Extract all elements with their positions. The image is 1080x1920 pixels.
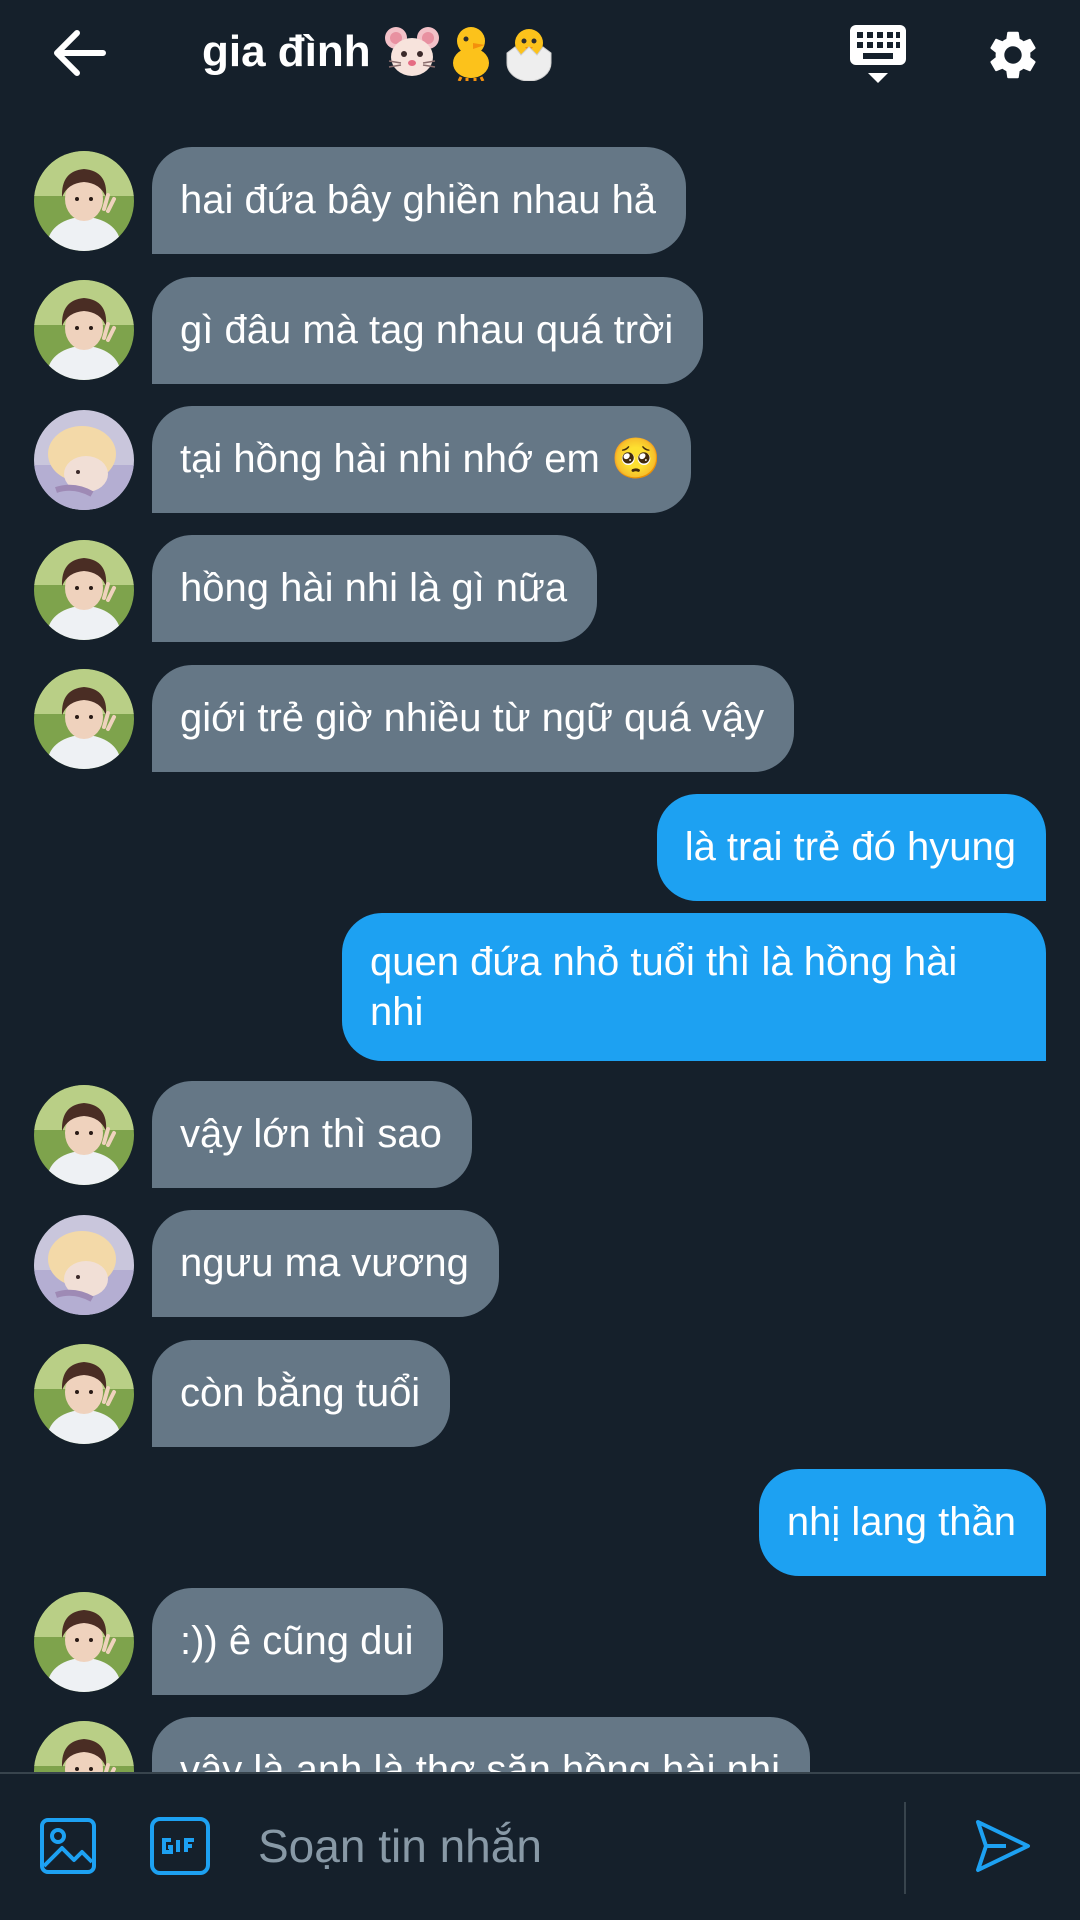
avatar-b-photo xyxy=(34,1215,134,1315)
outgoing-message-bubble[interactable]: là trai trẻ đó hyung xyxy=(656,794,1046,901)
message-list[interactable]: hai đứa bây ghiền nhau hả gì đâu mà tag … xyxy=(0,110,1080,1772)
message-input[interactable] xyxy=(256,1808,890,1884)
incoming-message-bubble[interactable]: hồng hài nhi là gì nữa xyxy=(152,535,598,642)
mouse-face-icon xyxy=(384,27,439,76)
keyboard-icon xyxy=(850,25,906,83)
avatar-a-photo xyxy=(34,280,134,380)
avatar[interactable] xyxy=(34,280,134,380)
composer-divider xyxy=(904,1802,906,1894)
avatar[interactable] xyxy=(34,669,134,769)
avatar-a-photo xyxy=(34,1344,134,1444)
avatar-a-photo xyxy=(34,151,134,251)
avatar-a-photo xyxy=(34,1592,134,1692)
hatching-chick-icon xyxy=(506,29,552,81)
conversation-title-text: gia đình xyxy=(202,27,371,76)
incoming-message-bubble[interactable]: hai đứa bây ghiền nhau hả xyxy=(152,147,687,254)
conversation-title[interactable]: gia đình xyxy=(202,20,557,84)
message-composer xyxy=(0,1772,1080,1920)
gear-icon xyxy=(990,31,1036,79)
incoming-message-bubble[interactable]: vậy là anh là thợ săn hồng hài nhi xyxy=(152,1717,810,1772)
avatar[interactable] xyxy=(34,1721,134,1772)
avatar[interactable] xyxy=(34,1592,134,1692)
add-image-button[interactable] xyxy=(36,1814,100,1878)
avatar[interactable] xyxy=(34,410,134,510)
back-arrow-icon xyxy=(54,30,106,76)
avatar-a-photo xyxy=(34,1721,134,1772)
back-button[interactable] xyxy=(44,22,114,84)
keyboard-button[interactable] xyxy=(846,22,910,88)
title-emojis xyxy=(383,23,557,81)
settings-button[interactable] xyxy=(982,24,1044,86)
avatar[interactable] xyxy=(34,1085,134,1185)
baby-chick-icon xyxy=(452,27,489,81)
image-icon xyxy=(40,1818,96,1874)
incoming-message-bubble[interactable]: :)) ê cũng dui xyxy=(152,1588,444,1695)
incoming-message-bubble[interactable]: vậy lớn thì sao xyxy=(152,1081,472,1188)
gif-icon xyxy=(150,1817,210,1875)
chat-header: gia đình xyxy=(0,0,1080,110)
avatar[interactable] xyxy=(34,540,134,640)
avatar-a-photo xyxy=(34,669,134,769)
send-button[interactable] xyxy=(970,1814,1034,1878)
avatar-a-photo xyxy=(34,1085,134,1185)
avatar[interactable] xyxy=(34,151,134,251)
incoming-message-bubble[interactable]: ngưu ma vương xyxy=(152,1210,499,1317)
incoming-message-bubble[interactable]: tại hồng hài nhi nhớ em 🥺 xyxy=(152,406,691,513)
outgoing-message-bubble[interactable]: nhị lang thần xyxy=(758,1469,1046,1576)
incoming-message-bubble[interactable]: còn bằng tuổi xyxy=(152,1340,451,1447)
incoming-message-bubble[interactable]: giới trẻ giờ nhiều từ ngữ quá vậy xyxy=(152,665,795,772)
avatar-a-photo xyxy=(34,540,134,640)
avatar[interactable] xyxy=(34,1344,134,1444)
send-icon xyxy=(976,1820,1030,1872)
add-gif-button[interactable] xyxy=(148,1814,212,1878)
outgoing-message-bubble[interactable]: quen đứa nhỏ tuổi thì là hồng hài nhi xyxy=(342,913,1046,1061)
avatar[interactable] xyxy=(34,1215,134,1315)
incoming-message-bubble[interactable]: gì đâu mà tag nhau quá trời xyxy=(152,277,704,384)
avatar-b-photo xyxy=(34,410,134,510)
